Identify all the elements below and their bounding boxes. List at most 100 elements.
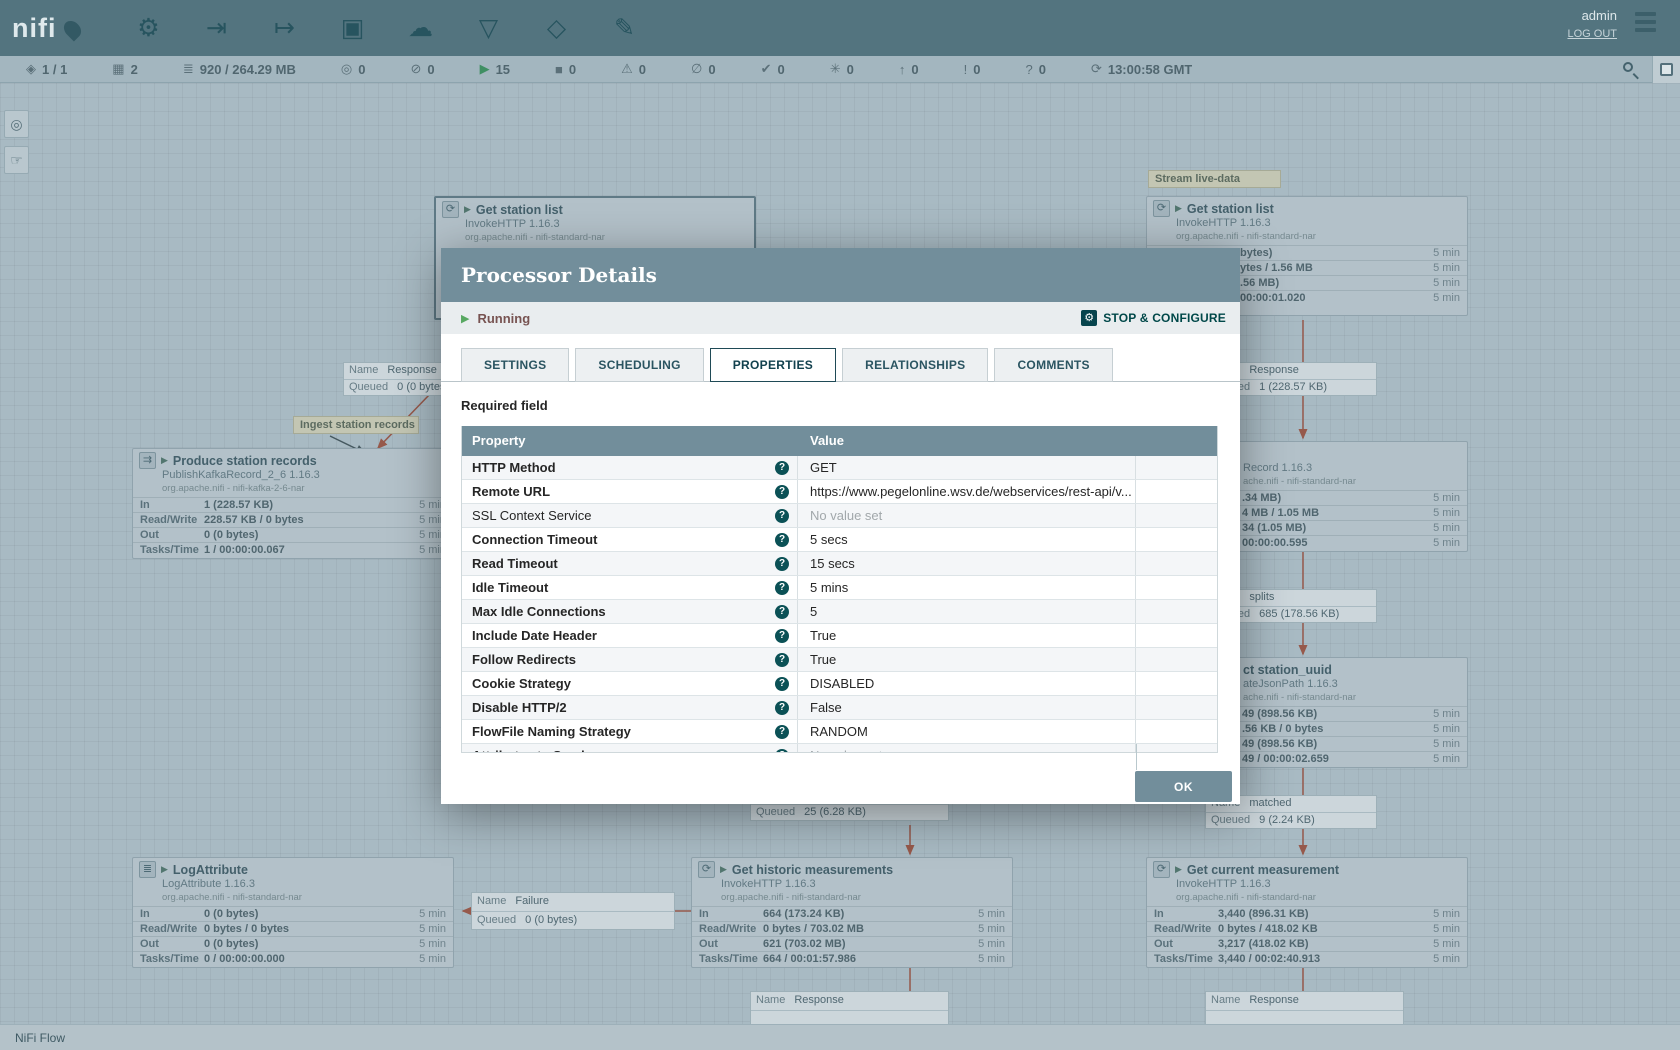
tab-properties[interactable]: PROPERTIES: [710, 348, 836, 382]
process-group-tool-icon[interactable]: ▣: [336, 13, 370, 43]
breadcrumb-bar: NiFi Flow: [0, 1024, 1680, 1050]
output-port-tool-icon[interactable]: ↦: [268, 13, 302, 43]
run-status-icon: ▶: [161, 455, 168, 466]
connection-label-failure[interactable]: NameFailure Queued0 (0 bytes): [471, 892, 675, 930]
status-locally-modified: ✳0: [830, 61, 854, 77]
invalid-icon: ⚠: [621, 61, 633, 77]
stop-and-configure-button[interactable]: ⚙ STOP & CONFIGURE: [1081, 310, 1226, 326]
processor-get-historic-measurements[interactable]: ⟳ ▶ Get historic measurements InvokeHTTP…: [691, 857, 1013, 968]
properties-table-header: Property Value: [462, 426, 1217, 456]
running-icon: ▶: [480, 61, 490, 77]
status-disabled: ∅0: [691, 61, 716, 77]
help-icon[interactable]: ?: [775, 461, 789, 475]
search-button[interactable]: [1618, 57, 1644, 83]
template-tool-icon[interactable]: ◇: [540, 13, 574, 43]
help-icon[interactable]: ?: [775, 509, 789, 523]
processor-logattribute[interactable]: ≣ ▶ LogAttribute LogAttribute 1.16.3 org…: [132, 857, 454, 968]
processor-get-current-measurement[interactable]: ⟳ ▶ Get current measurement ▦1 InvokeHTT…: [1146, 857, 1468, 968]
processor-name: Get station list: [1187, 202, 1274, 216]
run-status-icon: ▶: [161, 864, 168, 875]
help-icon[interactable]: ?: [775, 485, 789, 499]
canvas-outline-button[interactable]: [1652, 56, 1680, 83]
dialog-title: Processor Details: [441, 248, 1240, 302]
stale-icon: ↑: [899, 62, 906, 77]
status-refresh[interactable]: ⟳13:00:58 GMT: [1091, 61, 1192, 77]
processor-name: LogAttribute: [173, 863, 248, 877]
input-port-tool-icon[interactable]: ⇥: [200, 13, 234, 43]
canvas-label-stream-live-data[interactable]: Stream live-data: [1148, 170, 1281, 188]
help-icon[interactable]: ?: [775, 725, 789, 739]
table-row: Max Idle Connections?5: [462, 600, 1217, 624]
remote-process-group-tool-icon[interactable]: ☁: [404, 13, 438, 43]
global-menu-icon[interactable]: [1635, 12, 1656, 36]
run-status-icon: ▶: [1175, 203, 1182, 214]
processor-name: Get current measurement: [1187, 863, 1339, 877]
status-cluster: ◈1 / 1: [26, 61, 67, 77]
table-row: Read Timeout?15 secs: [462, 552, 1217, 576]
processor-tool-icon[interactable]: ⚙: [132, 13, 166, 43]
tab-comments[interactable]: COMMENTS: [994, 348, 1112, 382]
table-row: SSL Context Service?No value set: [462, 504, 1217, 528]
table-row: Include Date Header?True: [462, 624, 1217, 648]
up-to-date-icon: ✔: [761, 61, 772, 77]
help-icon[interactable]: ?: [775, 605, 789, 619]
help-icon[interactable]: ?: [775, 581, 789, 595]
status-bar: ◈1 / 1 ▦2 ≣920 / 264.29 MB ◎0 ⊘0 ▶15 ■0 …: [0, 56, 1680, 83]
table-row: Remote URL?https://www.pegelonline.wsv.d…: [462, 480, 1217, 504]
help-icon[interactable]: ?: [775, 533, 789, 547]
tab-scheduling[interactable]: SCHEDULING: [575, 348, 703, 382]
processor-type-icon: ≣: [139, 861, 156, 878]
navigate-icon: ◎: [10, 116, 22, 133]
processor-bundle: org.apache.nifi - nifi-standard-nar: [436, 232, 754, 245]
run-status-icon: ▶: [720, 864, 727, 875]
operate-icon: ☞: [10, 152, 23, 169]
funnel-tool-icon[interactable]: ▽: [472, 13, 506, 43]
required-field-note: Required field: [461, 398, 1240, 413]
navigate-palette-button[interactable]: ◎: [4, 110, 29, 138]
tab-relationships[interactable]: RELATIONSHIPS: [842, 348, 988, 382]
column-divider: [1136, 744, 1137, 770]
operate-palette-button[interactable]: ☞: [4, 146, 29, 174]
label-tool-icon[interactable]: ✎: [608, 13, 642, 43]
log-out-link[interactable]: LOG OUT: [1567, 28, 1617, 40]
canvas-label-ingest-station-records[interactable]: Ingest station records: [293, 416, 419, 434]
help-icon[interactable]: ?: [775, 653, 789, 667]
processor-stats: In1 (228.57 KB)5 min Read/Write228.57 KB…: [133, 497, 453, 557]
processor-bundle: org.apache.nifi - nifi-standard-nar: [692, 892, 1012, 905]
breadcrumb[interactable]: NiFi Flow: [15, 1031, 65, 1045]
help-icon[interactable]: ?: [775, 629, 789, 643]
processor-name: Produce station records: [173, 454, 317, 468]
processor-type-icon: ⟳: [442, 201, 459, 218]
component-toolbar: ⚙ ⇥ ↦ ▣ ☁ ▽ ◇ ✎: [132, 13, 642, 43]
ok-button[interactable]: OK: [1135, 771, 1232, 802]
help-icon[interactable]: ?: [775, 749, 789, 753]
running-status-icon: ▶: [461, 312, 469, 325]
processor-type: InvokeHTTP 1.16.3: [1147, 878, 1467, 892]
processor-bundle: org.apache.nifi - nifi-standard-nar: [1147, 231, 1467, 244]
help-icon[interactable]: ?: [775, 701, 789, 715]
processor-name: Get historic measurements: [732, 863, 893, 877]
locally-modified-icon: ✳: [830, 61, 841, 77]
processor-name: Get station list: [476, 203, 563, 217]
tab-settings[interactable]: SETTINGS: [461, 348, 569, 382]
processor-type: PublishKafkaRecord_2_6 1.16.3: [133, 469, 453, 483]
processor-type: InvokeHTTP 1.16.3: [692, 878, 1012, 892]
cluster-icon: ◈: [26, 61, 36, 77]
status-active-threads: ▦2: [112, 61, 138, 77]
processor-stats: In3,440 (896.31 KB)5 min Read/Write0 byt…: [1147, 906, 1467, 966]
help-icon[interactable]: ?: [775, 677, 789, 691]
processor-name: ct station_uuid: [1243, 663, 1332, 677]
modified-stale-icon: !: [964, 62, 968, 77]
processor-produce-station-records[interactable]: ⇉ ▶ Produce station records PublishKafka…: [132, 448, 454, 559]
transmitting-icon: ◎: [341, 61, 352, 77]
processor-type-icon: ⇉: [139, 452, 156, 469]
table-row: Disable HTTP/2?False: [462, 696, 1217, 720]
help-icon[interactable]: ?: [775, 557, 789, 571]
dialog-tabs: SETTINGS SCHEDULING PROPERTIES RELATIONS…: [441, 334, 1240, 382]
processor-details-dialog: Processor Details ▶ Running ⚙ STOP & CON…: [441, 248, 1240, 804]
stopped-icon: ■: [555, 62, 563, 77]
processor-bundle: org.apache.nifi - nifi-standard-nar: [1147, 892, 1467, 905]
table-row: Follow Redirects?True: [462, 648, 1217, 672]
dialog-status-row: ▶ Running ⚙ STOP & CONFIGURE: [441, 302, 1240, 334]
outline-icon: [1660, 63, 1673, 76]
